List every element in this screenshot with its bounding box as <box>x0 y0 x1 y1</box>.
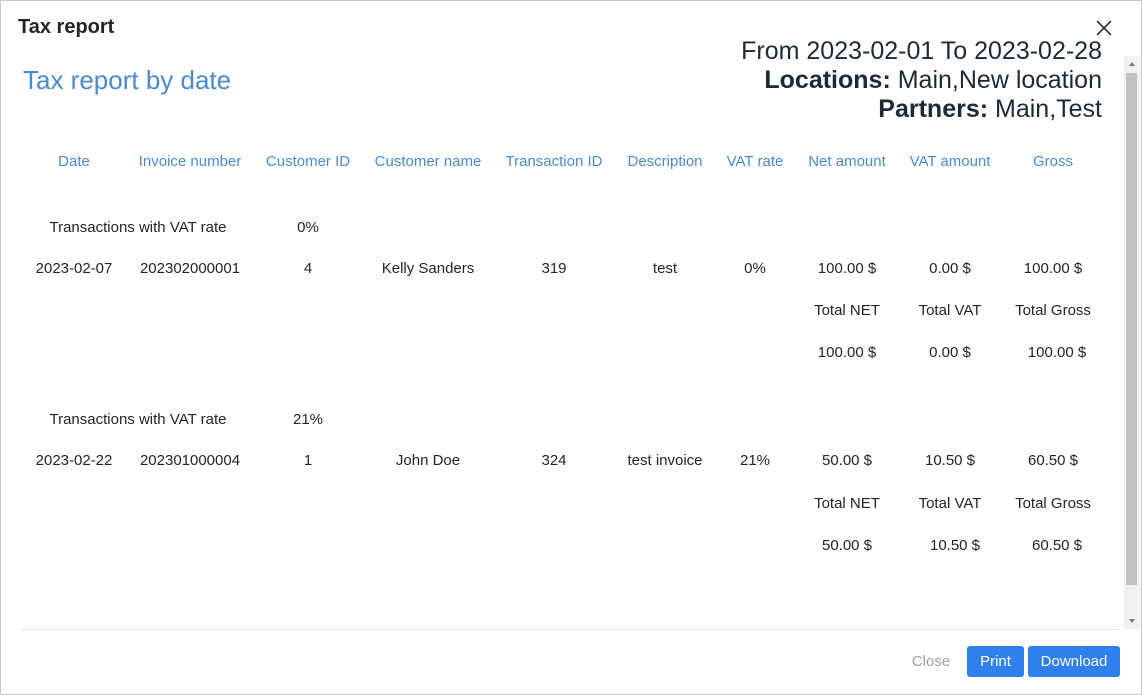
row-customer-name: John Doe <box>395 452 461 469</box>
row-vat-rate: 0% <box>744 260 766 277</box>
row-customer-id: 4 <box>303 260 313 277</box>
row-description: test <box>652 260 678 277</box>
row-invoice-number: 202301000004 <box>139 452 241 469</box>
vertical-scrollbar[interactable] <box>1124 56 1140 629</box>
report-locations: Locations: Main,New location <box>741 66 1102 95</box>
column-header-description: Description <box>627 153 703 170</box>
row-customer-name: Kelly Sanders <box>381 260 475 277</box>
locations-value: Main,New location <box>890 66 1102 94</box>
row-vat-amount: 10.50 $ <box>924 452 976 469</box>
row-transaction-id: 324 <box>541 452 567 469</box>
total-net-value: 50.00 $ <box>821 537 873 554</box>
scroll-down-arrow-icon[interactable] <box>1124 613 1140 629</box>
close-button[interactable]: Close <box>901 646 961 677</box>
row-vat-rate: 21% <box>739 452 771 469</box>
row-gross: 100.00 $ <box>1023 260 1083 277</box>
column-header-customer-id: Customer ID <box>265 153 351 170</box>
total-net-value: 100.00 $ <box>817 344 877 361</box>
total-net-label: Total NET <box>814 302 880 319</box>
total-net-label: Total NET <box>814 495 880 512</box>
total-gross-value: 60.50 $ <box>1031 537 1083 554</box>
group-label: Transactions with VAT rate <box>49 219 227 236</box>
group-rate: 21% <box>292 411 324 428</box>
total-gross-label: Total Gross <box>1015 302 1091 319</box>
column-header-vat-rate: VAT rate <box>726 153 784 170</box>
row-vat-amount: 0.00 $ <box>929 260 971 277</box>
partners-value: Main,Test <box>988 95 1102 123</box>
report-title: Tax report by date <box>23 65 232 95</box>
column-header-vat-amount: VAT amount <box>909 153 991 170</box>
group-rate: 0% <box>297 219 319 236</box>
report-partners: Partners: Main,Test <box>741 95 1102 124</box>
column-header-date: Date <box>58 153 90 170</box>
partners-label: Partners: <box>878 95 989 123</box>
scroll-up-arrow-icon[interactable] <box>1124 56 1140 72</box>
download-button[interactable]: Download <box>1028 646 1120 677</box>
print-button[interactable]: Print <box>967 646 1024 677</box>
row-net-amount: 100.00 $ <box>817 260 877 277</box>
row-invoice-number: 202302000001 <box>139 260 241 277</box>
row-date: 2023-02-22 <box>35 452 113 469</box>
scrollbar-thumb[interactable] <box>1126 73 1137 585</box>
column-header-customer-name: Customer name <box>374 153 482 170</box>
column-header-invoice-number: Invoice number <box>138 153 242 170</box>
locations-label: Locations: <box>764 66 891 94</box>
tax-report-modal: Tax report Tax report by date From 2023-… <box>0 0 1142 695</box>
group-label: Transactions with VAT rate <box>49 411 227 428</box>
report-date-range: From 2023-02-01 To 2023-02-28 <box>741 37 1102 65</box>
row-date: 2023-02-07 <box>35 260 113 277</box>
total-gross-value: 100.00 $ <box>1027 344 1087 361</box>
modal-title: Tax report <box>18 16 115 38</box>
row-gross: 60.50 $ <box>1027 452 1079 469</box>
column-header-gross: Gross <box>1032 153 1074 170</box>
total-vat-value: 0.00 $ <box>929 344 971 361</box>
row-transaction-id: 319 <box>541 260 567 277</box>
total-vat-value: 10.50 $ <box>929 537 981 554</box>
report-meta: From 2023-02-01 To 2023-02-28 Locations:… <box>741 37 1102 124</box>
total-vat-label: Total VAT <box>918 495 982 512</box>
close-icon[interactable] <box>1093 17 1115 39</box>
footer-divider <box>21 629 1119 630</box>
total-gross-label: Total Gross <box>1015 495 1091 512</box>
row-net-amount: 50.00 $ <box>821 452 873 469</box>
column-header-net-amount: Net amount <box>808 153 886 170</box>
row-customer-id: 1 <box>303 452 313 469</box>
total-vat-label: Total VAT <box>918 302 982 319</box>
row-description: test invoice <box>627 452 703 469</box>
column-header-transaction-id: Transaction ID <box>505 153 603 170</box>
